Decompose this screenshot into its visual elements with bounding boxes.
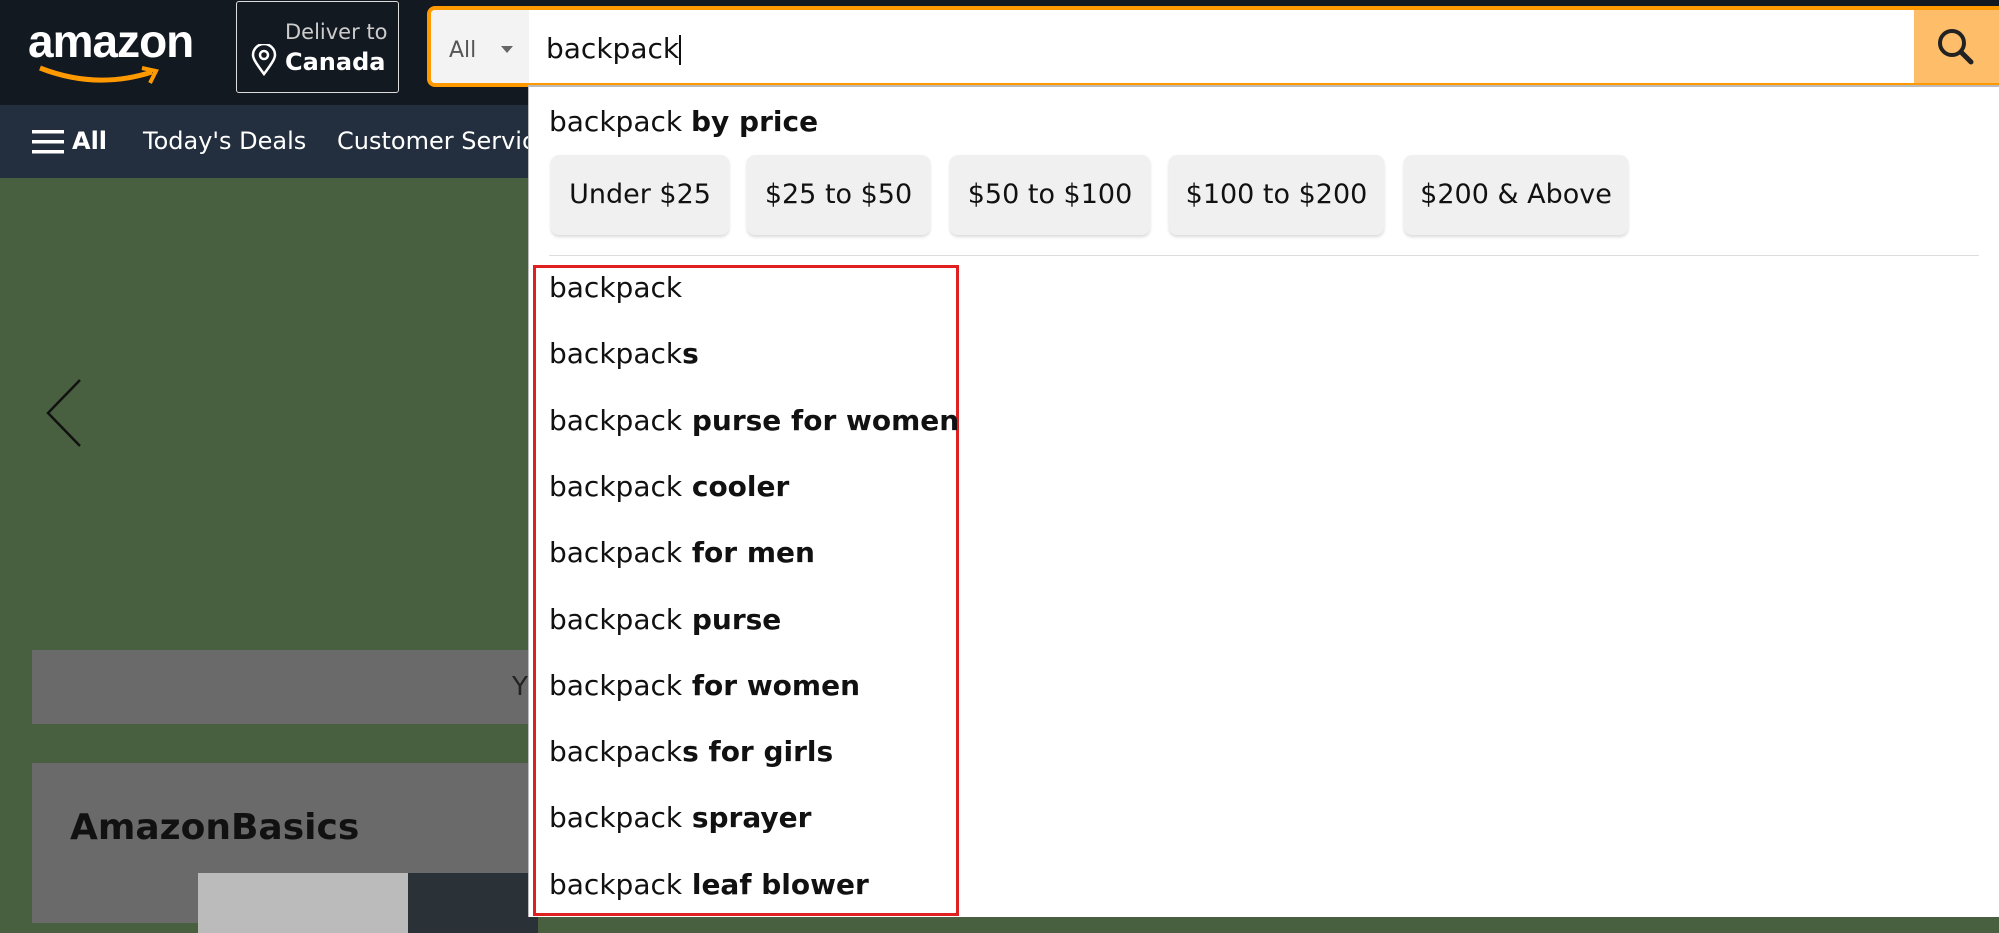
price-chip-100-200[interactable]: $100 to $200 xyxy=(1169,155,1384,235)
deliver-label: Deliver to xyxy=(285,20,388,44)
price-header-prefix: backpack xyxy=(549,105,683,138)
price-header: backpack by price xyxy=(549,105,818,138)
nav-todays-deals[interactable]: Today's Deals xyxy=(143,127,306,155)
search-icon xyxy=(1938,29,1974,65)
card-image-dark xyxy=(408,873,538,933)
location-pin-icon xyxy=(251,44,277,76)
suggestion-item[interactable]: backpacks for girls xyxy=(549,735,833,768)
price-chip-under-25[interactable]: Under $25 xyxy=(551,155,729,235)
suggestion-completion: purse for women xyxy=(682,403,960,437)
amazonbasics-card[interactable]: AmazonBasics xyxy=(32,763,538,933)
divider xyxy=(549,255,1979,256)
suggestion-base: backpack xyxy=(549,536,683,570)
suggestion-item[interactable]: backpack for men xyxy=(549,536,815,569)
sign-in-banner: Y xyxy=(32,650,532,724)
card-image xyxy=(198,873,418,933)
category-label: All xyxy=(449,38,477,63)
suggestion-completion: cooler xyxy=(682,469,790,503)
suggestion-item[interactable]: backpack sprayer xyxy=(549,801,811,834)
search-button[interactable] xyxy=(1914,10,1999,83)
suggestion-completion: s xyxy=(682,337,699,371)
suggestion-item[interactable]: backpack cooler xyxy=(549,470,789,503)
carousel-prev-icon[interactable] xyxy=(44,378,84,448)
suggestion-item[interactable]: backpack purse xyxy=(549,603,781,636)
logo-text: amazon xyxy=(28,15,194,67)
search-query: backpack xyxy=(546,32,680,65)
deliver-to-button[interactable]: Deliver to Canada xyxy=(236,1,399,93)
deliver-location: Canada xyxy=(285,48,386,76)
search-input[interactable]: backpack xyxy=(546,32,682,65)
hamburger-menu-icon[interactable] xyxy=(32,129,64,155)
search-category-select[interactable]: All xyxy=(431,10,529,83)
suggestion-item[interactable]: backpack leaf blower xyxy=(549,868,869,901)
suggestion-base: backpack xyxy=(549,801,683,835)
suggestion-base: backpack xyxy=(549,469,683,503)
suggestion-item[interactable]: backpack purse for women xyxy=(549,404,959,437)
suggestion-base: backpack xyxy=(549,271,683,304)
caret-down-icon xyxy=(501,46,513,59)
smile-icon xyxy=(39,65,159,84)
price-chip-50-100[interactable]: $50 to $100 xyxy=(950,155,1150,235)
suggestion-completion: for women xyxy=(682,668,861,702)
nav-customer-service[interactable]: Customer Servic xyxy=(337,127,535,155)
suggestion-base: backpack xyxy=(549,337,683,371)
search-bar: All backpack xyxy=(427,6,1999,87)
text-cursor xyxy=(679,35,682,65)
amazon-logo[interactable]: amazon xyxy=(28,14,194,84)
nav-all[interactable]: All xyxy=(72,127,107,155)
card-title: AmazonBasics xyxy=(70,807,360,848)
suggestion-base: backpack xyxy=(549,668,683,702)
suggestion-completion: s for girls xyxy=(682,735,834,769)
price-chip-25-50[interactable]: $25 to $50 xyxy=(747,155,930,235)
suggestion-item[interactable]: backpack for women xyxy=(549,669,860,702)
suggestion-base: backpack xyxy=(549,735,683,769)
banner-text: Y xyxy=(512,672,528,702)
suggestion-completion: purse xyxy=(682,602,782,636)
suggestion-base: backpack xyxy=(549,867,683,901)
search-suggestions-dropdown: backpack by price Under $25 $25 to $50 $… xyxy=(528,85,1999,917)
suggestion-base: backpack xyxy=(549,403,683,437)
price-chip-200-above[interactable]: $200 & Above xyxy=(1404,155,1628,235)
suggestion-item[interactable]: backpack xyxy=(549,271,682,304)
suggestion-completion: for men xyxy=(682,536,815,570)
suggestion-item[interactable]: backpacks xyxy=(549,337,699,370)
price-header-suffix: by price xyxy=(691,105,819,138)
suggestion-completion: sprayer xyxy=(682,801,812,835)
suggestion-base: backpack xyxy=(549,602,683,636)
suggestion-completion: leaf blower xyxy=(682,867,869,901)
